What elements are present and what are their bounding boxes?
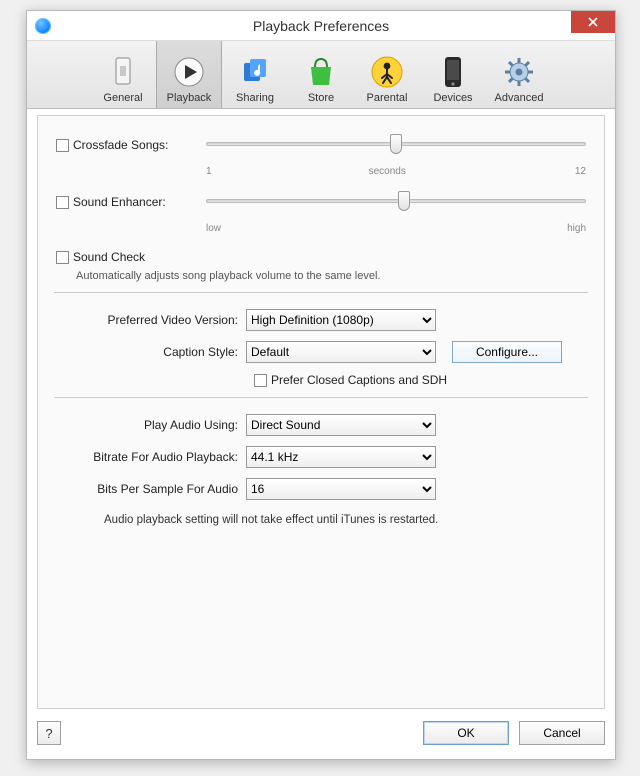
scale-min: 1 [206, 166, 212, 177]
tab-parental[interactable]: Parental [354, 41, 420, 108]
cancel-button[interactable]: Cancel [519, 721, 605, 745]
tab-label: General [103, 92, 142, 104]
preferred-video-select[interactable]: High Definition (1080p) [246, 309, 436, 331]
parental-icon [369, 54, 405, 90]
slider-track [206, 199, 586, 203]
tab-playback[interactable]: Playback [156, 41, 222, 108]
devices-icon [435, 54, 471, 90]
bits-label: Bits Per Sample For Audio [56, 482, 246, 496]
scale-max: 12 [575, 166, 586, 177]
bitrate-label: Bitrate For Audio Playback: [56, 450, 246, 464]
tab-label: Playback [167, 92, 212, 104]
enhancer-scale: low high [206, 223, 586, 234]
enhancer-label: Sound Enhancer: [73, 195, 166, 209]
content-panel: Crossfade Songs: 1 seconds 12 Sound Enha… [37, 115, 605, 709]
crossfade-row: Crossfade Songs: [56, 132, 586, 158]
audio-restart-note: Audio playback setting will not take eff… [104, 514, 586, 526]
preferred-video-row: Preferred Video Version: High Definition… [56, 309, 586, 331]
crossfade-slider[interactable] [206, 132, 586, 158]
crossfade-checkbox[interactable] [56, 139, 69, 152]
slider-thumb[interactable] [398, 191, 410, 211]
preferred-video-label: Preferred Video Version: [56, 313, 246, 327]
caption-style-label: Caption Style: [56, 345, 246, 359]
close-icon [588, 17, 598, 27]
prefer-cc-row: Prefer Closed Captions and SDH [254, 373, 586, 387]
enhancer-slider[interactable] [206, 189, 586, 215]
window-title: Playback Preferences [27, 18, 615, 34]
bitrate-select[interactable]: 44.1 kHz [246, 446, 436, 468]
tab-sharing[interactable]: Sharing [222, 41, 288, 108]
play-audio-row: Play Audio Using: Direct Sound [56, 414, 586, 436]
bottom-bar: ? OK Cancel [37, 717, 605, 749]
tab-label: Parental [367, 92, 408, 104]
prefer-cc-label: Prefer Closed Captions and SDH [271, 373, 447, 387]
soundcheck-row: Sound Check [56, 250, 586, 264]
caption-style-row: Caption Style: Default Configure... [56, 341, 586, 363]
close-button[interactable] [571, 11, 615, 33]
scale-high: high [567, 223, 586, 234]
crossfade-scale: 1 seconds 12 [206, 166, 586, 177]
sharing-icon [237, 54, 273, 90]
tab-general[interactable]: General [90, 41, 156, 108]
preferences-window: Playback Preferences General Playback Sh… [26, 10, 616, 760]
enhancer-checkbox[interactable] [56, 196, 69, 209]
itunes-icon [35, 18, 51, 34]
soundcheck-desc: Automatically adjusts song playback volu… [76, 270, 586, 282]
soundcheck-checkbox[interactable] [56, 251, 69, 264]
play-audio-select[interactable]: Direct Sound [246, 414, 436, 436]
tab-devices[interactable]: Devices [420, 41, 486, 108]
soundcheck-label: Sound Check [73, 250, 145, 264]
ok-button[interactable]: OK [423, 721, 509, 745]
store-icon [303, 54, 339, 90]
slider-thumb[interactable] [390, 134, 402, 154]
divider [54, 292, 588, 293]
bitrate-row: Bitrate For Audio Playback: 44.1 kHz [56, 446, 586, 468]
configure-button[interactable]: Configure... [452, 341, 562, 363]
playback-icon [171, 54, 207, 90]
enhancer-row: Sound Enhancer: [56, 189, 586, 215]
scale-unit: seconds [369, 166, 406, 177]
tab-toolbar: General Playback Sharing Store Parental [27, 41, 615, 109]
tab-label: Devices [433, 92, 472, 104]
tab-label: Advanced [495, 92, 544, 104]
crossfade-label: Crossfade Songs: [73, 138, 168, 152]
tab-label: Sharing [236, 92, 274, 104]
divider [54, 397, 588, 398]
gear-icon [501, 54, 537, 90]
bits-row: Bits Per Sample For Audio 16 [56, 478, 586, 500]
help-button[interactable]: ? [37, 721, 61, 745]
tab-store[interactable]: Store [288, 41, 354, 108]
prefer-cc-checkbox[interactable] [254, 374, 267, 387]
scale-low: low [206, 223, 221, 234]
tab-label: Store [308, 92, 334, 104]
bits-select[interactable]: 16 [246, 478, 436, 500]
general-icon [105, 54, 141, 90]
play-audio-label: Play Audio Using: [56, 418, 246, 432]
titlebar: Playback Preferences [27, 11, 615, 41]
caption-style-select[interactable]: Default [246, 341, 436, 363]
tab-advanced[interactable]: Advanced [486, 41, 552, 108]
